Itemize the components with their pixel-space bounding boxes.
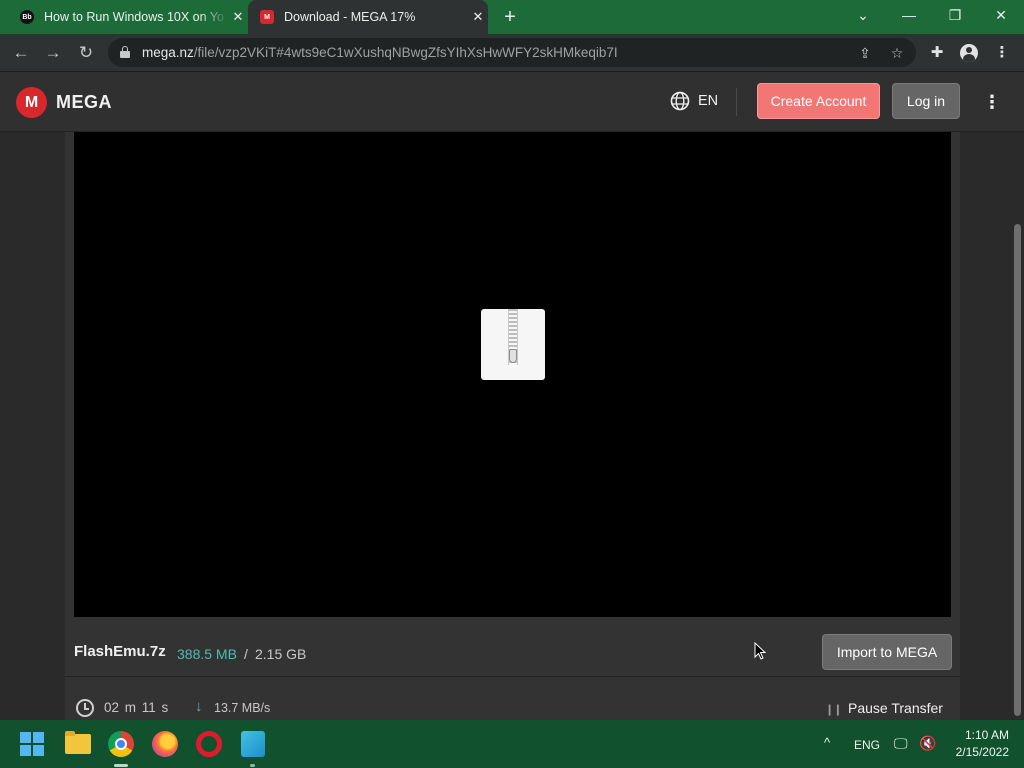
mega-favicon-icon: M: [260, 10, 274, 24]
mega-logo-icon: M: [16, 87, 47, 118]
tab-strip: Bb How to Run Windows 10X on Yo ✕ M Down…: [0, 0, 1024, 34]
import-to-mega-button[interactable]: Import to MEGA: [822, 634, 952, 670]
mega-header: M MEGA EN Create Account Log in ⋮: [0, 72, 1024, 132]
tab-title: How to Run Windows 10X on Yo: [44, 10, 224, 24]
taskbar-date[interactable]: 2/15/2022: [950, 745, 1009, 759]
transfer-status-row: 02 m 11 s ↓ 13.7 MB/s ❙❙ Pause Transfer: [65, 678, 960, 720]
time-remaining: 02 m 11 s: [104, 700, 169, 715]
firefox-icon[interactable]: [152, 731, 178, 757]
mega-wordmark: MEGA: [56, 92, 112, 112]
tab-windows-10x[interactable]: Bb How to Run Windows 10X on Yo ✕: [8, 0, 248, 34]
tab-mega-download[interactable]: M Download - MEGA 17% ✕: [248, 0, 488, 34]
browser-toolbar: ← → ↻ mega.nz/file/vzp2VKiT#4wts9eC1wXus…: [0, 34, 1024, 72]
forward-arrow-icon[interactable]: →: [40, 40, 66, 66]
tab-close-icon[interactable]: ✕: [228, 9, 248, 25]
globe-icon: [670, 91, 690, 111]
create-account-button[interactable]: Create Account: [757, 83, 880, 119]
back-arrow-icon[interactable]: ←: [8, 40, 34, 66]
total-size: 2.15 GB: [255, 646, 307, 662]
bb-favicon-icon: Bb: [20, 10, 34, 24]
pause-transfer-button[interactable]: Pause Transfer: [848, 700, 943, 716]
download-card: FlashEmu.7z 388.5 MB / 2.15 GB Import to…: [65, 132, 960, 720]
more-menu-icon[interactable]: ⋮: [983, 90, 1001, 114]
mega-logo[interactable]: M MEGA: [16, 87, 112, 118]
tab-title: Download - MEGA 17%: [284, 10, 416, 24]
file-info-row: FlashEmu.7z 388.5 MB / 2.15 GB Import to…: [65, 617, 960, 677]
download-page: FlashEmu.7z 388.5 MB / 2.15 GB Import to…: [0, 132, 1012, 720]
share-icon[interactable]: ⇪: [854, 42, 876, 64]
minimize-button[interactable]: —: [886, 0, 932, 30]
tray-overflow-chevron-icon[interactable]: ^: [824, 735, 830, 750]
url-text[interactable]: mega.nz/file/vzp2VKiT#4wts9eC1wXushqNBwg…: [142, 38, 618, 67]
running-app-indicator: [250, 764, 255, 767]
file-name: FlashEmu.7z: [74, 643, 166, 660]
clock-icon: [76, 699, 94, 717]
language-selector[interactable]: EN: [670, 91, 718, 111]
download-arrow-icon: ↓: [195, 698, 203, 715]
mouse-cursor-icon: [754, 642, 766, 660]
page-scrollbar[interactable]: [1012, 132, 1024, 720]
active-app-indicator: [114, 764, 128, 767]
transfer-speed: 13.7 MB/s: [214, 701, 271, 715]
browser-menu-icon[interactable]: ⋮: [991, 42, 1013, 64]
file-explorer-icon[interactable]: [65, 731, 91, 754]
taskbar-time[interactable]: 1:10 AM: [961, 728, 1009, 742]
opera-icon[interactable]: [196, 731, 222, 757]
tab-close-icon[interactable]: ✕: [468, 9, 488, 25]
tab-search-icon[interactable]: ⌄: [840, 0, 886, 30]
bookmark-star-icon[interactable]: ☆: [886, 42, 908, 64]
window-close-button[interactable]: ✕: [978, 0, 1024, 30]
store-app-icon[interactable]: [241, 731, 265, 757]
file-preview: [74, 132, 951, 617]
language-label: EN: [698, 93, 719, 109]
chrome-icon[interactable]: [108, 731, 134, 757]
login-button[interactable]: Log in: [892, 83, 960, 119]
address-bar[interactable]: mega.nz/file/vzp2VKiT#4wts9eC1wXushqNBwg…: [108, 38, 916, 67]
new-tab-button[interactable]: +: [498, 4, 522, 30]
scrollbar-thumb[interactable]: [1014, 224, 1021, 716]
network-icon[interactable]: 🖵: [894, 735, 908, 752]
lock-icon[interactable]: [120, 46, 130, 58]
size-separator: /: [244, 646, 248, 662]
zip-archive-icon: [481, 309, 545, 380]
windows-start-icon[interactable]: [20, 732, 44, 756]
windows-taskbar: ^ ENG 🖵 🔇 1:10 AM 2/15/2022: [0, 720, 1024, 768]
profile-avatar-icon[interactable]: [960, 44, 978, 62]
input-language-indicator[interactable]: ENG: [854, 738, 880, 752]
reload-icon[interactable]: ↻: [73, 40, 99, 66]
header-divider: [736, 88, 737, 116]
restore-button[interactable]: ❐: [932, 0, 978, 30]
pause-icon[interactable]: ❙❙: [825, 703, 842, 716]
extensions-puzzle-icon[interactable]: ✚: [926, 42, 948, 64]
downloaded-size: 388.5 MB: [177, 646, 237, 662]
volume-muted-icon[interactable]: 🔇: [919, 735, 936, 752]
